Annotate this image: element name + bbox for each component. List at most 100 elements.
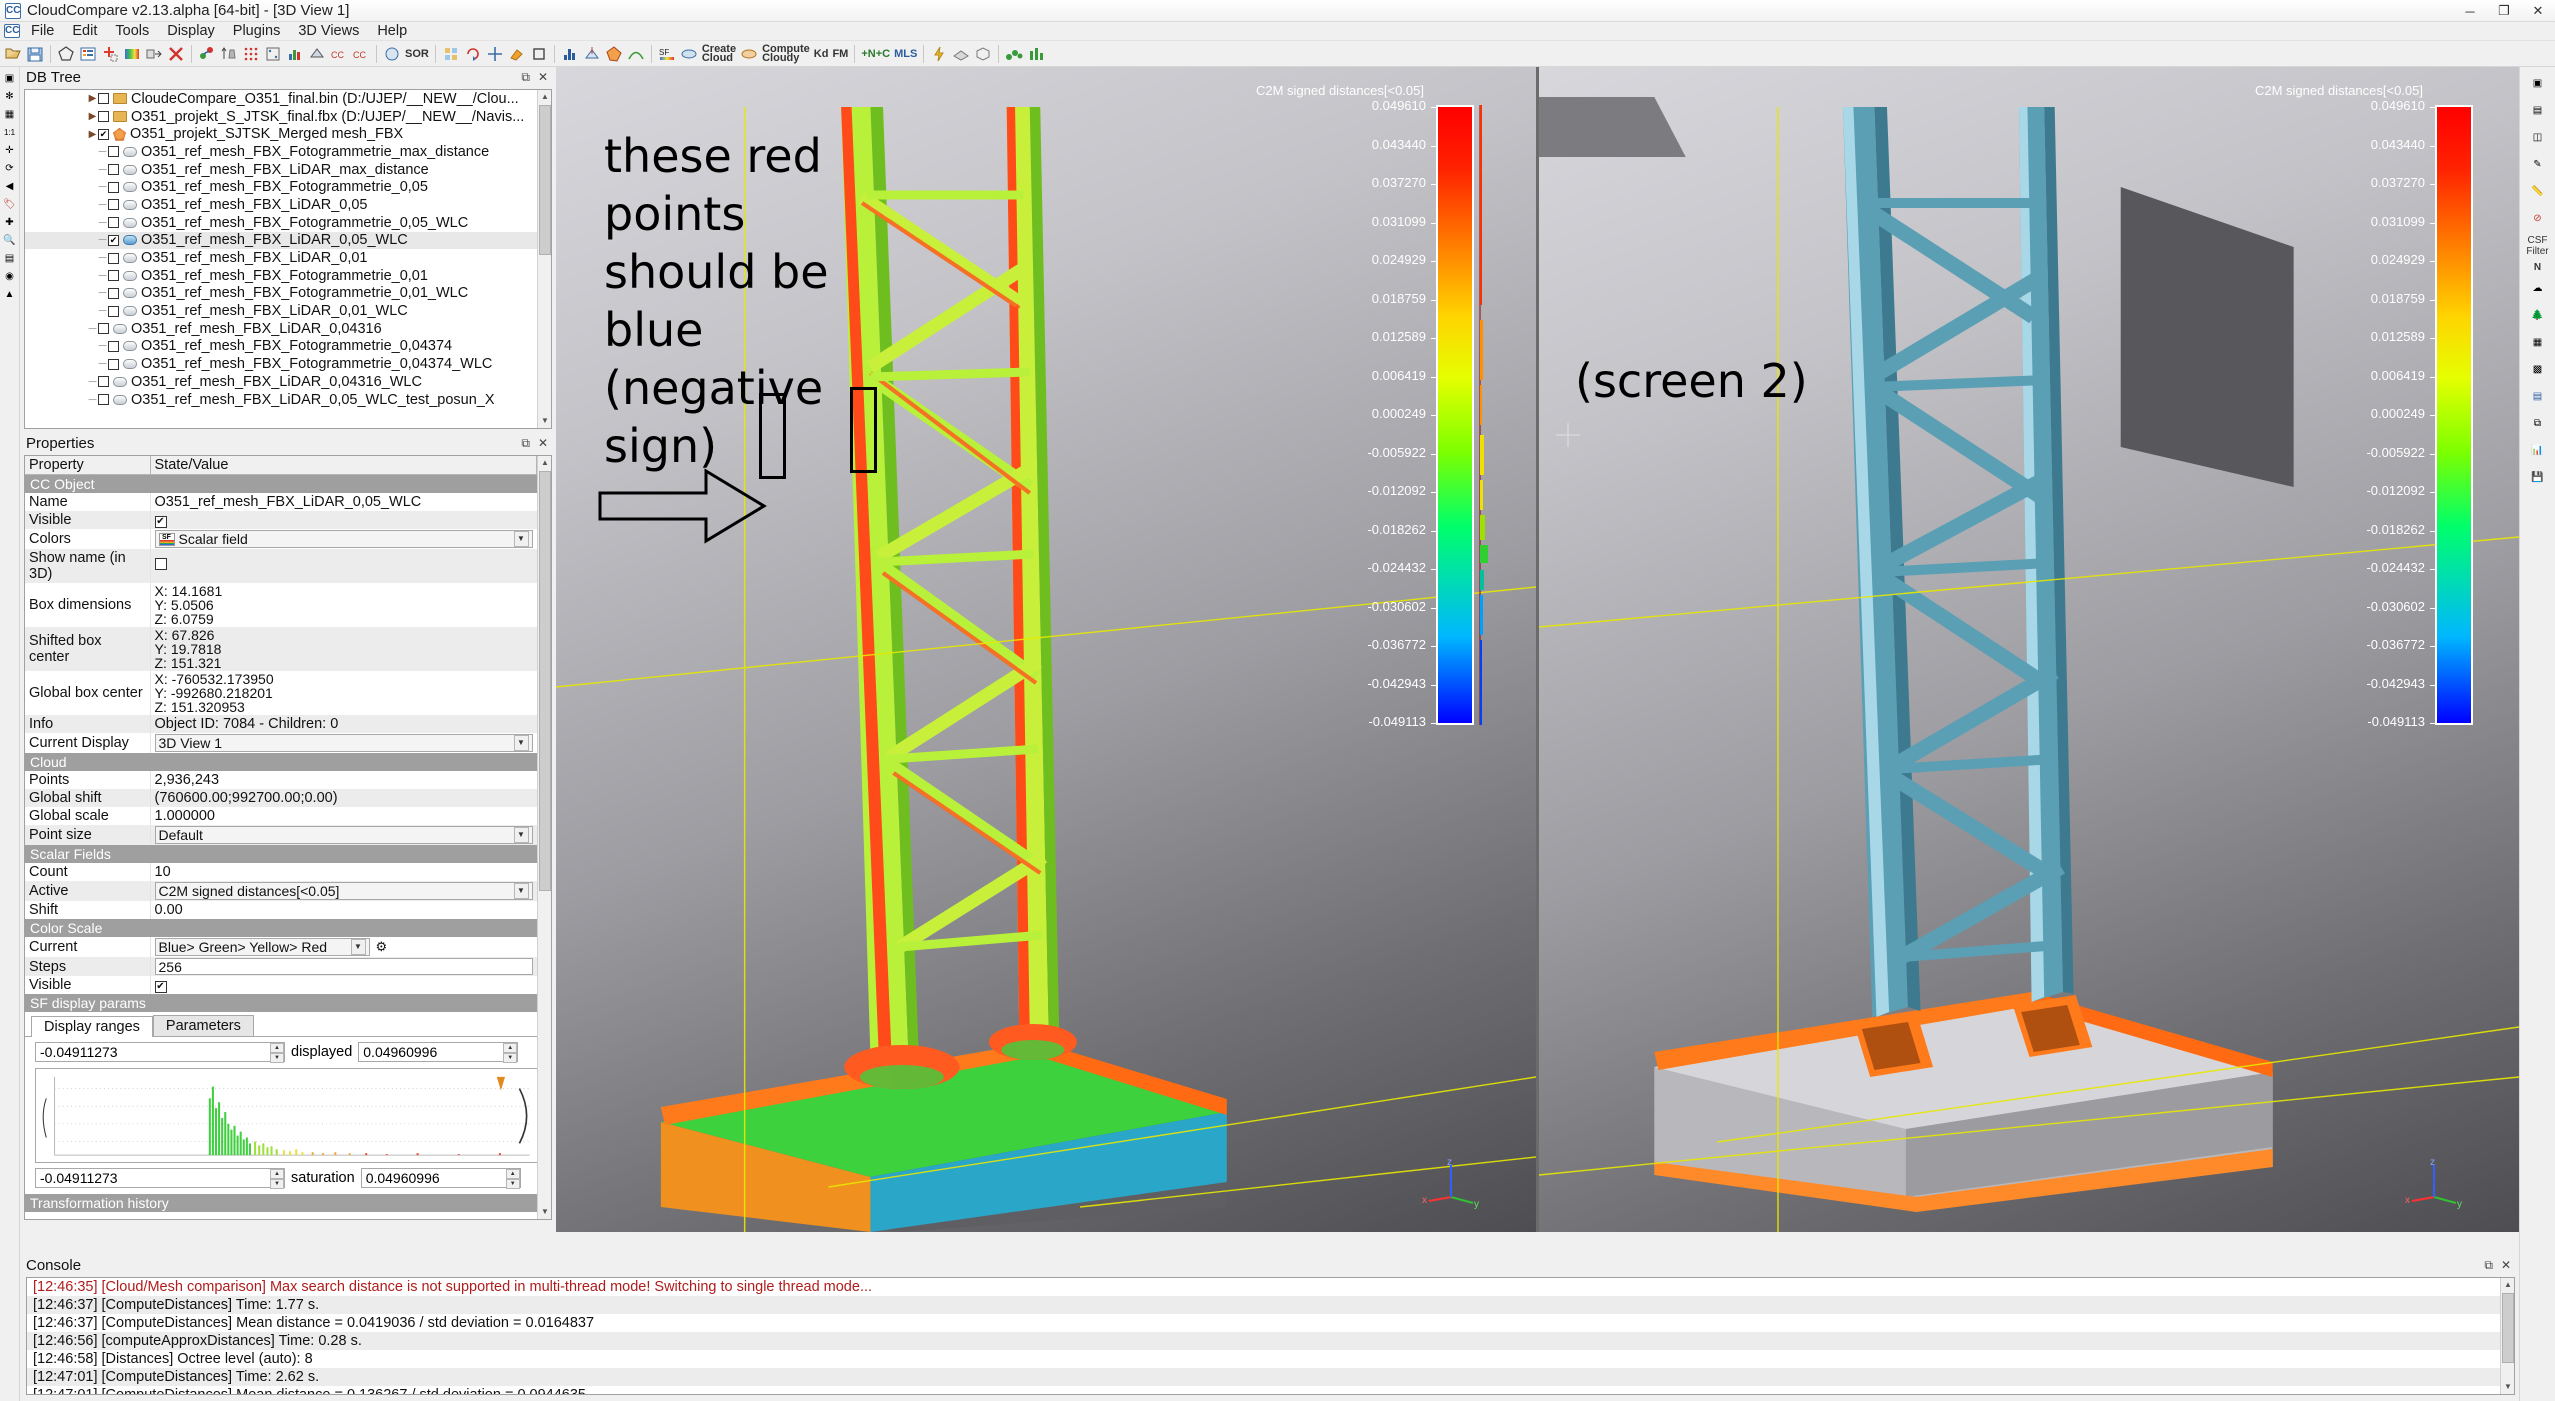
chevron-down-icon[interactable]: ▼ [514,531,529,547]
properties-list-icon[interactable] [78,44,98,64]
nc-label[interactable]: +N+C [859,48,892,60]
visibility-checkbox[interactable]: ✔ [98,129,109,140]
scroll-down-icon[interactable]: ▼ [538,1205,552,1219]
search-icon[interactable]: 🔍 [2,232,18,248]
properties-row-value[interactable]: ✔ [150,511,537,529]
no-entry-icon[interactable]: ⊘ [2525,206,2551,230]
visibility-checkbox[interactable] [108,164,119,175]
sor-label[interactable]: SOR [403,48,431,60]
properties-combobox[interactable]: Blue> Green> Yellow> Red▼ [155,938,370,956]
properties-combobox[interactable]: SFScalar field▼ [155,530,533,548]
rotate-icon[interactable] [463,44,483,64]
db-tree-item[interactable]: ─✔O351_ref_mesh_FBX_LiDAR_0,05_WLC [25,232,551,250]
menu-tools[interactable]: Tools [106,22,158,40]
delete-icon[interactable] [166,44,186,64]
db-tree-panel[interactable]: ▶CloudeCompare_O351_final.bin (D:/UJEP/_… [24,89,552,429]
move-icon[interactable]: ✛ [2,142,18,158]
3d-view-1[interactable]: these red points should be blue (negativ… [556,67,1536,1232]
3d-view-2[interactable]: (screen 2) C2M signed distances[<0.05] 0… [1539,67,2519,1232]
properties-row-value[interactable]: SFScalar field▼ [150,529,537,549]
histogram-icon[interactable] [560,44,580,64]
visibility-checkbox[interactable] [108,217,119,228]
db-tree-item[interactable]: ─O351_ref_mesh_FBX_Fotogrammetrie_0,05_W… [25,214,551,232]
properties-checkbox[interactable]: ✔ [155,981,167,993]
tab-display-ranges[interactable]: Display ranges [31,1016,153,1037]
db-tree-item[interactable]: ─O351_ref_mesh_FBX_Fotogrammetrie_0,05 [25,178,551,196]
scroll-thumb[interactable] [2502,1293,2514,1363]
db-tree-item[interactable]: ▶CloudeCompare_O351_final.bin (D:/UJEP/_… [25,90,551,108]
rasterize-icon[interactable] [441,44,461,64]
rotate-view-icon[interactable]: ⟳ [2,160,18,176]
visibility-checkbox[interactable] [98,93,109,104]
visibility-checkbox[interactable] [108,182,119,193]
visibility-checkbox[interactable] [98,376,109,387]
menu-plugins[interactable]: Plugins [224,22,290,40]
properties-row-value[interactable]: Blue> Green> Yellow> Red▼⚙ [150,937,537,957]
ruler-icon[interactable]: 📏 [2525,179,2551,203]
saturation-min-input[interactable]: -0.04911273 ▲▼ [35,1168,285,1188]
properties-row-value[interactable]: ✔ [150,976,537,994]
menu-file[interactable]: File [22,22,63,40]
expand-triangle-icon[interactable]: ▶ [87,129,98,140]
properties-row-value[interactable]: Default▼ [150,825,537,845]
visibility-checkbox[interactable] [108,253,119,264]
menu-edit[interactable]: Edit [63,22,106,40]
cc-tool-icon[interactable]: CC [329,44,349,64]
close-icon[interactable]: ✕ [538,70,548,85]
float-icon[interactable]: ⧉ [521,70,530,85]
view-front-icon[interactable]: ▣ [2525,71,2551,95]
properties-combobox[interactable]: Default▼ [155,826,533,844]
kd-label[interactable]: Kd [812,48,831,60]
visibility-checkbox[interactable] [98,111,109,122]
menu-display[interactable]: Display [158,22,224,40]
float-icon[interactable]: ⧉ [521,436,530,451]
sf-tool-icon[interactable]: SF [657,44,677,64]
compute-cloud-icon[interactable] [739,44,759,64]
chart-tool-icon[interactable]: 📊 [2525,438,2551,462]
properties-row-value[interactable] [150,549,537,583]
compute-normals-icon[interactable] [582,44,602,64]
visibility-checkbox[interactable] [108,359,119,370]
close-button[interactable]: ✕ [2521,0,2555,22]
green-dots-icon[interactable] [1004,44,1024,64]
visibility-checkbox[interactable] [108,146,119,157]
db-tree-item[interactable]: ▶O351_projekt_S_JTSK_final.fbx (D:/UJEP/… [25,108,551,126]
one-to-one-icon[interactable]: 1:1 [2,124,18,140]
lightning-icon[interactable] [929,44,949,64]
visibility-checkbox[interactable] [108,288,119,299]
scroll-up-icon[interactable]: ▲ [2501,1278,2515,1292]
db-tree-item[interactable]: ─O351_ref_mesh_FBX_LiDAR_0,04316_WLC [25,373,551,391]
csf-filter-label[interactable]: CSF Filter [2520,235,2555,257]
properties-checkbox[interactable] [155,558,167,570]
grid-tool-icon[interactable]: ▩ [2525,357,2551,381]
box-icon[interactable] [973,44,993,64]
statistics-icon[interactable] [285,44,305,64]
saturation-min-spinner[interactable]: ▲▼ [270,1169,284,1187]
properties-row-value[interactable]: 256 [150,957,537,976]
green-bars-icon[interactable] [1026,44,1046,64]
visibility-checkbox[interactable]: ✔ [108,235,119,246]
section-icon[interactable] [307,44,327,64]
properties-combobox[interactable]: 3D View 1▼ [155,734,533,752]
expand-triangle-icon[interactable]: ▶ [87,111,98,122]
scroll-up-icon[interactable]: ▲ [538,90,552,104]
subsample-icon[interactable] [263,44,283,64]
layers-icon[interactable]: ▤ [2,250,18,266]
visibility-checkbox[interactable] [98,323,109,334]
menu-help[interactable]: Help [368,22,416,40]
view-top-icon[interactable]: ▤ [2525,98,2551,122]
palette-icon[interactable]: ◉ [2,268,18,284]
plane-icon[interactable] [951,44,971,64]
crop-icon[interactable] [529,44,549,64]
scroll-thumb[interactable] [539,471,551,891]
visibility-checkbox[interactable] [108,199,119,210]
console-log[interactable]: [12:46:35] [Cloud/Mesh comparison] Max s… [26,1277,2515,1395]
visibility-checkbox[interactable] [108,306,119,317]
visibility-checkbox[interactable] [108,341,119,352]
properties-checkbox[interactable]: ✔ [155,516,167,528]
curvature-icon[interactable] [626,44,646,64]
displayed-min-input[interactable]: -0.04911273 ▲▼ [35,1042,285,1062]
db-tree-item[interactable]: ─O351_ref_mesh_FBX_LiDAR_0,05 [25,196,551,214]
pointer-icon[interactable]: ▣ [2,70,18,86]
chevron-down-icon[interactable]: ▼ [514,735,529,751]
